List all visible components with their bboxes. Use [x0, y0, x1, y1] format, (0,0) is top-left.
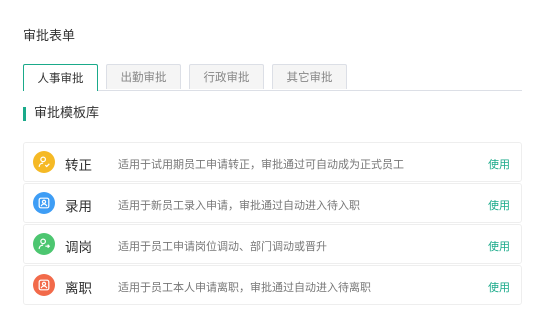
tab-admin-approval[interactable]: 行政审批 [189, 64, 264, 89]
template-name: 离职 [65, 281, 92, 297]
tab-bar: 人事审批 出勤审批 行政审批 其它审批 [23, 64, 522, 91]
use-button[interactable]: 使用 [488, 156, 510, 172]
use-button[interactable]: 使用 [488, 197, 510, 213]
person-add-icon [33, 192, 55, 214]
tab-attendance-approval[interactable]: 出勤审批 [106, 64, 181, 89]
template-description: 适用于员工本人申请离职，审批通过自动进入待离职 [118, 281, 371, 294]
list-item: 离职 适用于员工本人申请离职，审批通过自动进入待离职 使用 [23, 265, 522, 305]
person-check-icon [33, 151, 55, 173]
template-description: 适用于新员工录入申请，审批通过自动进入待入职 [118, 199, 360, 212]
page-title: 审批表单 [23, 29, 76, 44]
tab-personnel-approval[interactable]: 人事审批 [23, 64, 98, 91]
template-description: 适用于员工申请岗位调动、部门调动或晋升 [118, 240, 327, 253]
list-item: 录用 适用于新员工录入申请，审批通过自动进入待入职 使用 [23, 183, 522, 223]
person-transfer-icon [33, 233, 55, 255]
person-leave-icon [33, 274, 55, 296]
use-button[interactable]: 使用 [488, 238, 510, 254]
section-title: 审批模板库 [23, 107, 99, 121]
tab-other-approval[interactable]: 其它审批 [272, 64, 347, 89]
template-name: 调岗 [65, 240, 92, 256]
template-description: 适用于试用期员工申请转正，审批通过可自动成为正式员工 [118, 158, 404, 171]
list-item: 转正 适用于试用期员工申请转正，审批通过可自动成为正式员工 使用 [23, 142, 522, 182]
list-item: 调岗 适用于员工申请岗位调动、部门调动或晋升 使用 [23, 224, 522, 264]
template-name: 录用 [65, 199, 92, 215]
template-list: 转正 适用于试用期员工申请转正，审批通过可自动成为正式员工 使用 录用 适用于新… [23, 142, 522, 306]
template-name: 转正 [65, 158, 92, 174]
use-button[interactable]: 使用 [488, 279, 510, 295]
